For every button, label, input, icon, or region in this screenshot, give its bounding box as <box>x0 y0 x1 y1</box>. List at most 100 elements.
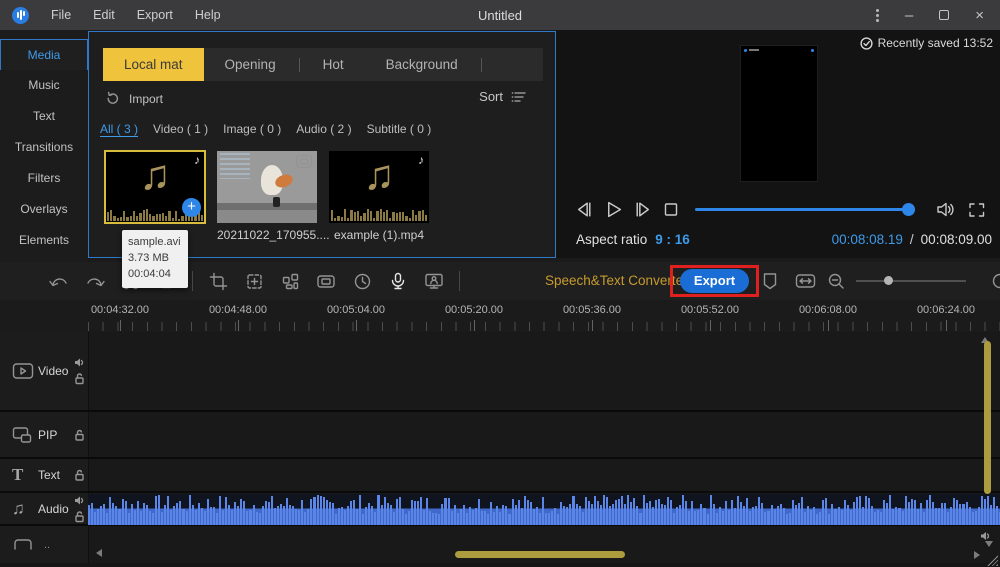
sidebar-item-filters[interactable]: Filters <box>0 163 88 194</box>
media-filter-row: All ( 3 ) Video ( 1 ) Image ( 0 ) Audio … <box>100 122 431 136</box>
mosaic-icon[interactable] <box>279 270 301 292</box>
sidebar-item-text[interactable]: Text <box>0 101 88 132</box>
next-frame-button[interactable] <box>633 200 653 219</box>
track-lock-icon[interactable] <box>74 510 85 522</box>
audio-thumbnail[interactable]: ♫ ♪ + <box>105 151 205 223</box>
menu-file[interactable]: File <box>51 8 71 22</box>
pip-track[interactable]: PIP <box>0 412 1000 459</box>
vertical-scrollbar[interactable] <box>984 341 991 494</box>
file-info-tooltip: sample.avi 3.73 MB 00:04:04 <box>122 230 188 288</box>
play-button[interactable] <box>603 200 624 219</box>
video-thumbnail[interactable] <box>217 151 317 223</box>
save-status: Recently saved 13:52 <box>860 36 993 50</box>
text-track-content[interactable] <box>88 459 1000 491</box>
filter-all[interactable]: All ( 3 ) <box>100 122 138 136</box>
aspect-ratio[interactable]: Aspect ratio 9 : 16 <box>576 232 690 247</box>
timeline-tracks: Video PIP T Te <box>0 332 1000 567</box>
track-lock-icon[interactable] <box>74 429 85 441</box>
pip-track-content[interactable] <box>88 412 1000 457</box>
media-card-sample-avi[interactable]: ♫ ♪ + sample.avi <box>105 151 205 242</box>
menu-edit[interactable]: Edit <box>93 8 115 22</box>
speech-text-converter-button[interactable]: Speech&Text Converter <box>545 273 688 288</box>
maximize-button[interactable] <box>939 10 949 20</box>
tab-opening[interactable]: Opening <box>204 48 297 81</box>
sidebar-item-music[interactable]: Music <box>0 70 88 101</box>
more-options-icon[interactable] <box>876 14 879 17</box>
track-lock-icon[interactable] <box>74 469 85 481</box>
zoom-in-icon[interactable] <box>991 272 1000 290</box>
zoom-slider-handle[interactable] <box>884 276 893 285</box>
titlebar: File Edit Export Help Untitled – × <box>0 0 1000 30</box>
zoom-out-icon[interactable] <box>827 272 845 290</box>
audio-track[interactable]: ♫ Audio <box>0 493 1000 526</box>
ruler-label: 00:06:24.00 <box>901 304 991 316</box>
text-track[interactable]: T Text <box>0 459 1000 493</box>
sidebar-item-overlays[interactable]: Overlays <box>0 194 88 225</box>
progress-handle[interactable] <box>902 203 915 216</box>
sidebar: Media Music Text Transitions Filters Ove… <box>0 30 88 262</box>
horizontal-scrollbar[interactable] <box>455 551 625 558</box>
tab-hot[interactable]: Hot <box>302 48 365 81</box>
tooltip-duration: 00:04:04 <box>128 267 182 283</box>
import-icon <box>105 91 120 106</box>
ruler-label: 00:05:04.00 <box>311 304 401 316</box>
ruler-label: 00:05:20.00 <box>429 304 519 316</box>
export-highlight-annotation: Export <box>670 265 759 297</box>
scroll-down-arrow[interactable] <box>985 541 993 551</box>
sidebar-item-transitions[interactable]: Transitions <box>0 132 88 163</box>
tooltip-filename: sample.avi <box>128 235 182 251</box>
timeline-zoom-slider[interactable] <box>856 280 966 282</box>
filter-subtitle[interactable]: Subtitle ( 0 ) <box>367 122 432 136</box>
audio-thumbnail[interactable]: ♫ ♪ <box>329 151 429 223</box>
track-mute-icon[interactable] <box>74 358 85 368</box>
redo-icon[interactable] <box>84 270 106 292</box>
video-track[interactable]: Video <box>0 332 1000 412</box>
media-card-example-mp4[interactable]: ♫ ♪ example (1).mp4 <box>329 151 429 242</box>
close-button[interactable]: × <box>975 8 984 23</box>
undo-icon[interactable] <box>48 270 70 292</box>
stop-button[interactable] <box>662 200 680 219</box>
fullscreen-icon[interactable] <box>968 202 985 218</box>
crop-icon[interactable] <box>207 270 229 292</box>
filter-video[interactable]: Video ( 1 ) <box>153 122 208 136</box>
minimize-button[interactable]: – <box>905 8 913 23</box>
screen-record-icon[interactable] <box>423 270 445 292</box>
zoom-selection-icon[interactable] <box>243 270 265 292</box>
video-track-content[interactable] <box>88 332 1000 410</box>
tab-background[interactable]: Background <box>365 48 479 81</box>
menu-export[interactable]: Export <box>137 8 173 22</box>
fit-timeline-icon[interactable] <box>795 272 816 290</box>
voiceover-mic-icon[interactable] <box>387 270 409 292</box>
timeline-ruler[interactable]: 00:04:32.00 00:04:48.00 00:05:04.00 00:0… <box>0 300 1000 332</box>
track-mute-icon[interactable] <box>980 531 991 541</box>
track-mute-icon[interactable] <box>74 495 85 505</box>
audio-track-header: ♫ Audio <box>0 493 88 524</box>
text-track-header: T Text <box>0 459 88 491</box>
aspect-ratio-label: Aspect ratio <box>576 232 647 247</box>
toolbar-separator <box>459 271 460 291</box>
filter-image[interactable]: Image ( 0 ) <box>223 122 281 136</box>
video-preview-screen[interactable] <box>740 45 818 182</box>
filter-audio[interactable]: Audio ( 2 ) <box>296 122 351 136</box>
audio-clip[interactable] <box>88 494 1000 525</box>
marker-icon[interactable] <box>762 272 778 291</box>
volume-icon[interactable] <box>936 200 957 219</box>
media-card-video[interactable]: 20211022_170955.... <box>217 151 317 242</box>
tooltip-filesize: 3.73 MB <box>128 251 182 267</box>
menu-help[interactable]: Help <box>195 8 221 22</box>
import-button[interactable]: Import <box>105 91 163 106</box>
sort-list-icon <box>511 90 527 104</box>
export-button[interactable]: Export <box>680 269 749 293</box>
sidebar-item-media[interactable]: Media <box>0 39 88 70</box>
scroll-left-arrow[interactable] <box>92 549 102 557</box>
scroll-right-arrow[interactable] <box>974 551 984 559</box>
previous-frame-button[interactable] <box>574 200 594 219</box>
sidebar-item-elements[interactable]: Elements <box>0 225 88 256</box>
tab-local-material[interactable]: Local mat <box>103 48 204 81</box>
duration-icon[interactable] <box>351 270 373 292</box>
sort-control[interactable]: Sort <box>479 89 527 104</box>
track-lock-icon[interactable] <box>74 373 85 385</box>
add-to-timeline-button[interactable]: + <box>182 198 201 217</box>
freeze-frame-icon[interactable] <box>315 270 337 292</box>
playback-progress-slider[interactable] <box>695 208 915 211</box>
